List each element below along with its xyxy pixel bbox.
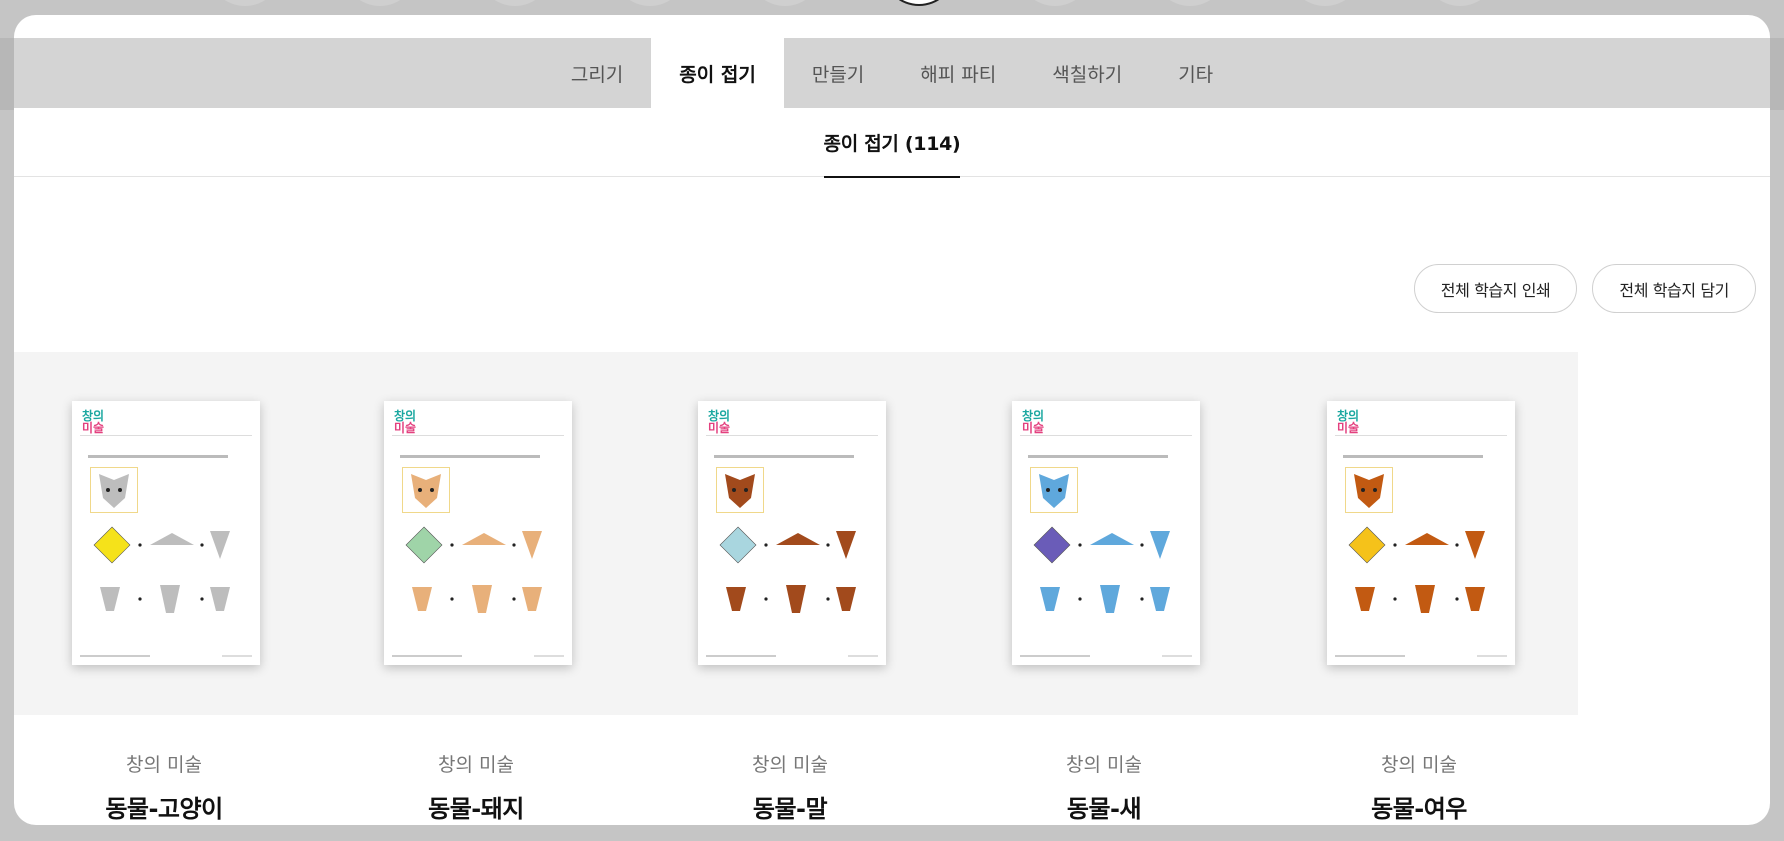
category-circle[interactable] [1020, 0, 1090, 6]
sheet-logo: 창의 미술 [82, 409, 105, 435]
worksheet-preview-image: 창의 미술 [384, 401, 572, 665]
sheet-preview-box [402, 467, 450, 513]
worksheet-preview-image: 창의 미술 [698, 401, 886, 665]
worksheet-title[interactable]: 동물-새 [945, 789, 1263, 824]
worksheet-category: 창의 미술 [752, 754, 828, 776]
save-all-button[interactable]: 전체 학습지 담기 [1592, 264, 1756, 313]
worksheet-preview-image: 창의 미술 [72, 401, 260, 665]
category-circle[interactable] [480, 0, 550, 6]
tab-etc[interactable]: 기타 [1150, 38, 1241, 108]
worksheet-card[interactable]: 창의 미술 [14, 352, 323, 825]
worksheet-card[interactable]: 창의 미술 [945, 352, 1263, 825]
sheet-logo: 창의 미술 [1337, 409, 1360, 435]
worksheet-title[interactable]: 동물-고양이 [14, 789, 323, 824]
worksheet-card[interactable]: 창의 미술 [631, 352, 949, 825]
tab-drawing[interactable]: 그리기 [543, 38, 651, 108]
category-circle[interactable] [210, 0, 280, 6]
tab-making[interactable]: 만들기 [784, 38, 892, 108]
worksheet-card[interactable]: 창의 미술 [1260, 352, 1578, 825]
sheet-preview-box [90, 467, 138, 513]
category-circle-selected[interactable] [884, 0, 954, 6]
worksheet-category: 창의 미술 [1381, 754, 1457, 776]
category-circle[interactable] [750, 0, 820, 6]
sheet-preview-box [1030, 467, 1078, 513]
category-circle[interactable] [1425, 0, 1495, 6]
worksheet-grid: 창의 미술 창의 미술 동물-고양이 창의 미술 창의 미술 동물-돼지 창의 … [14, 352, 1770, 825]
tab-coloring[interactable]: 색칠하기 [1024, 38, 1150, 108]
worksheet-thumbnail[interactable]: 창의 미술 [945, 352, 1263, 715]
subtab-bar: 종이 접기 (114) [14, 108, 1770, 178]
worksheet-thumbnail[interactable]: 창의 미술 [631, 352, 949, 715]
worksheet-preview-image: 창의 미술 [1327, 401, 1515, 665]
category-circle[interactable] [615, 0, 685, 6]
worksheet-category: 창의 미술 [438, 754, 514, 776]
worksheet-thumbnail[interactable]: 창의 미술 [317, 352, 635, 715]
content-card: 그리기 종이 접기 만들기 해피 파티 색칠하기 기타 종이 접기 (114) … [14, 15, 1770, 825]
worksheet-title[interactable]: 동물-여우 [1260, 789, 1578, 824]
sheet-logo: 창의 미술 [708, 409, 731, 435]
worksheet-card[interactable]: 창의 미술 [317, 352, 635, 825]
category-tabbar: 그리기 종이 접기 만들기 해피 파티 색칠하기 기타 [14, 38, 1770, 108]
tab-happy-party[interactable]: 해피 파티 [892, 38, 1024, 108]
tab-paper-folding[interactable]: 종이 접기 [651, 38, 784, 108]
worksheet-preview-image: 창의 미술 [1012, 401, 1200, 665]
category-circle[interactable] [1290, 0, 1360, 6]
sheet-preview-box [1345, 467, 1393, 513]
sheet-preview-box [716, 467, 764, 513]
sheet-logo: 창의 미술 [1022, 409, 1045, 435]
worksheet-thumbnail[interactable]: 창의 미술 [14, 352, 323, 715]
worksheet-title[interactable]: 동물-말 [631, 789, 949, 824]
category-circle[interactable] [1155, 0, 1225, 6]
action-buttons: 전체 학습지 인쇄 전체 학습지 담기 [1413, 264, 1756, 313]
category-circle[interactable] [345, 0, 415, 6]
print-all-button[interactable]: 전체 학습지 인쇄 [1413, 264, 1578, 313]
worksheet-category: 창의 미술 [1066, 754, 1142, 776]
worksheet-title[interactable]: 동물-돼지 [317, 789, 635, 824]
worksheet-category: 창의 미술 [126, 754, 202, 776]
sheet-logo: 창의 미술 [394, 409, 417, 435]
subtab-paper-folding[interactable]: 종이 접기 (114) [823, 108, 961, 178]
worksheet-thumbnail[interactable]: 창의 미술 [1260, 352, 1578, 715]
